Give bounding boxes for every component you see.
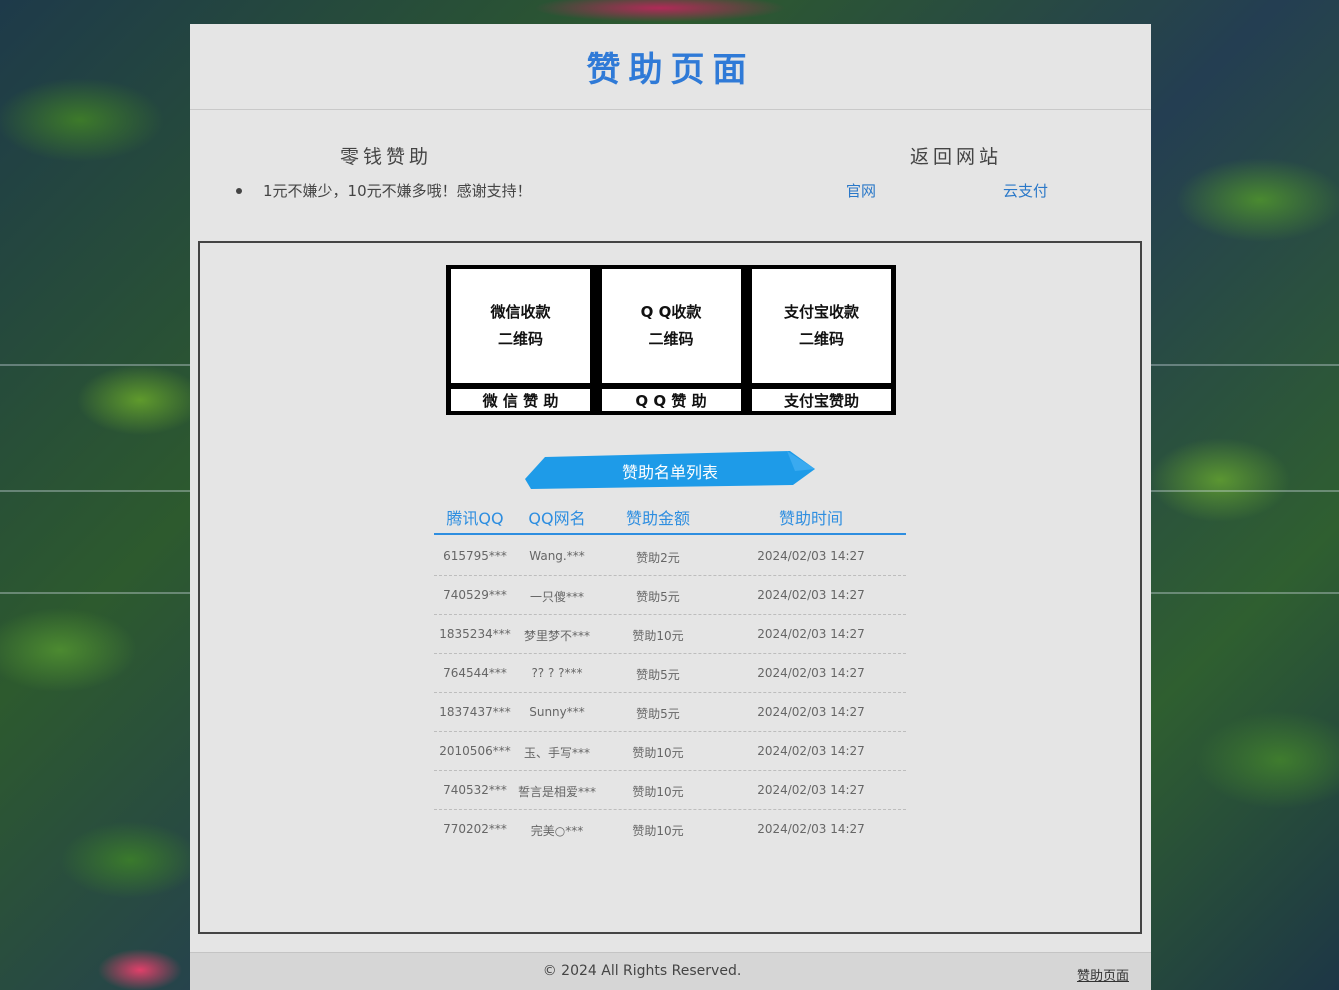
background-band xyxy=(0,490,190,492)
qq-number: 740532*** xyxy=(443,783,507,797)
qq-number: 1837437*** xyxy=(439,705,511,719)
cloud-pay-link[interactable]: 云支付 xyxy=(1003,180,1048,201)
qr-caption: 二维码 xyxy=(648,330,694,348)
background-band xyxy=(1151,490,1339,492)
info-section: 零钱赞助 1元不嫌少，10元不嫌多哦！感谢支持！ 返回网站 官网 云支付 xyxy=(190,110,1151,241)
qq-qr-code: Q Q收款 二维码 xyxy=(601,269,741,383)
official-site-link[interactable]: 官网 xyxy=(846,180,876,201)
qq-number: 764544*** xyxy=(443,666,507,680)
qq-number: 2010506*** xyxy=(439,744,511,758)
page-footer: © 2024 All Rights Reserved. 赞助页面 xyxy=(190,952,1151,990)
qr-code-strip: 微信收款 二维码 微 信 赞 助 Q Q收款 二维码 Q Q 赞 助 支付宝收款… xyxy=(446,265,896,415)
donation-amount: 赞助10元 xyxy=(632,824,684,838)
qq-number: 770202*** xyxy=(443,822,507,836)
background-band xyxy=(1151,364,1339,366)
donation-time: 2024/02/03 14:27 xyxy=(757,549,865,563)
qq-nickname: Wang.*** xyxy=(529,549,585,563)
donation-amount: 赞助10元 xyxy=(632,746,684,760)
sponsor-box: 微信收款 二维码 微 信 赞 助 Q Q收款 二维码 Q Q 赞 助 支付宝收款… xyxy=(198,241,1142,934)
table-row: 740532*** 誓言是相爱*** 赞助10元 2024/02/03 14:2… xyxy=(434,771,906,810)
donation-time: 2024/02/03 14:27 xyxy=(757,666,865,680)
qr-caption: 微信收款 xyxy=(490,303,551,321)
return-title: 返回网站 xyxy=(910,146,1003,168)
copyright: © 2024 All Rights Reserved. xyxy=(542,963,742,979)
qq-nickname: 完美○*** xyxy=(530,824,584,838)
donation-amount: 赞助2元 xyxy=(636,551,680,565)
qq-number: 1835234*** xyxy=(439,627,511,641)
donation-title: 零钱赞助 xyxy=(340,146,433,168)
qq-nickname: 梦里梦不*** xyxy=(523,629,590,643)
donation-time: 2024/02/03 14:27 xyxy=(757,744,865,758)
background-band xyxy=(1151,592,1339,594)
column-header: 赞助时间 xyxy=(778,509,843,528)
footer-sponsor-link[interactable]: 赞助页面 xyxy=(1077,965,1129,984)
donation-time: 2024/02/03 14:27 xyxy=(757,705,865,719)
donation-amount: 赞助5元 xyxy=(636,668,680,682)
donation-time: 2024/02/03 14:27 xyxy=(757,783,865,797)
donation-amount: 赞助10元 xyxy=(632,629,684,643)
qr-caption: 支付宝收款 xyxy=(783,303,859,321)
main-panel: 赞助页面 零钱赞助 1元不嫌少，10元不嫌多哦！感谢支持！ 返回网站 官网 云支… xyxy=(190,24,1151,990)
alipay-qr-code: 支付宝收款 二维码 xyxy=(752,269,891,383)
qq-number: 615795*** xyxy=(443,549,507,563)
donation-amount: 赞助5元 xyxy=(636,707,680,721)
qq-nickname: Sunny*** xyxy=(529,705,585,719)
column-header: 赞助金额 xyxy=(625,509,690,528)
table-row: 764544*** ?? ? ?*** 赞助5元 2024/02/03 14:2… xyxy=(434,654,906,693)
alipay-qr-card: 支付宝收款 二维码 支付宝赞助 xyxy=(752,269,891,411)
page-header: 赞助页面 xyxy=(190,24,1151,110)
list-ribbon: 赞助名单列表 xyxy=(525,451,815,491)
table-row: 615795*** Wang.*** 赞助2元 2024/02/03 14:27 xyxy=(434,537,906,576)
qq-nickname: 玉、手写*** xyxy=(523,746,590,760)
list-title: 赞助名单列表 xyxy=(621,463,718,482)
qq-qr-label: Q Q 赞 助 xyxy=(601,389,741,411)
alipay-qr-label: 支付宝赞助 xyxy=(752,389,891,411)
qq-nickname: 一只傻*** xyxy=(529,590,584,604)
table-row: 770202*** 完美○*** 赞助10元 2024/02/03 14:27 xyxy=(434,810,906,849)
wechat-qr-card: 微信收款 二维码 微 信 赞 助 xyxy=(451,269,590,411)
table-row: 1835234*** 梦里梦不*** 赞助10元 2024/02/03 14:2… xyxy=(434,615,906,654)
table-row: 1837437*** Sunny*** 赞助5元 2024/02/03 14:2… xyxy=(434,693,906,732)
wechat-qr-code: 微信收款 二维码 xyxy=(451,269,590,383)
qq-number: 740529*** xyxy=(443,588,507,602)
qr-caption: Q Q收款 xyxy=(640,303,702,321)
background-band xyxy=(0,364,190,366)
background-band xyxy=(0,592,190,594)
donation-time: 2024/02/03 14:27 xyxy=(757,627,865,641)
wechat-qr-label: 微 信 赞 助 xyxy=(451,389,590,411)
donation-time: 2024/02/03 14:27 xyxy=(757,822,865,836)
table-row: 740529*** 一只傻*** 赞助5元 2024/02/03 14:27 xyxy=(434,576,906,615)
page-title: 赞助页面 xyxy=(586,50,755,90)
table-row: 2010506*** 玉、手写*** 赞助10元 2024/02/03 14:2… xyxy=(434,732,906,771)
qq-nickname: 誓言是相爱*** xyxy=(517,785,596,799)
column-header: QQ网名 xyxy=(528,509,586,528)
donation-amount: 赞助10元 xyxy=(632,785,684,799)
donation-amount: 赞助5元 xyxy=(636,590,680,604)
column-header: 腾讯QQ xyxy=(446,509,504,528)
donation-description: 1元不嫌少，10元不嫌多哦！感谢支持！ xyxy=(263,182,532,200)
qq-nickname: ?? ? ?*** xyxy=(531,666,583,680)
qr-caption: 二维码 xyxy=(798,330,844,348)
donation-time: 2024/02/03 14:27 xyxy=(757,588,865,602)
table-header: 腾讯QQ QQ网名 赞助金额 赞助时间 xyxy=(434,505,906,535)
qr-caption: 二维码 xyxy=(497,330,543,348)
qq-qr-card: Q Q收款 二维码 Q Q 赞 助 xyxy=(601,269,741,411)
bullet-icon xyxy=(236,188,242,194)
